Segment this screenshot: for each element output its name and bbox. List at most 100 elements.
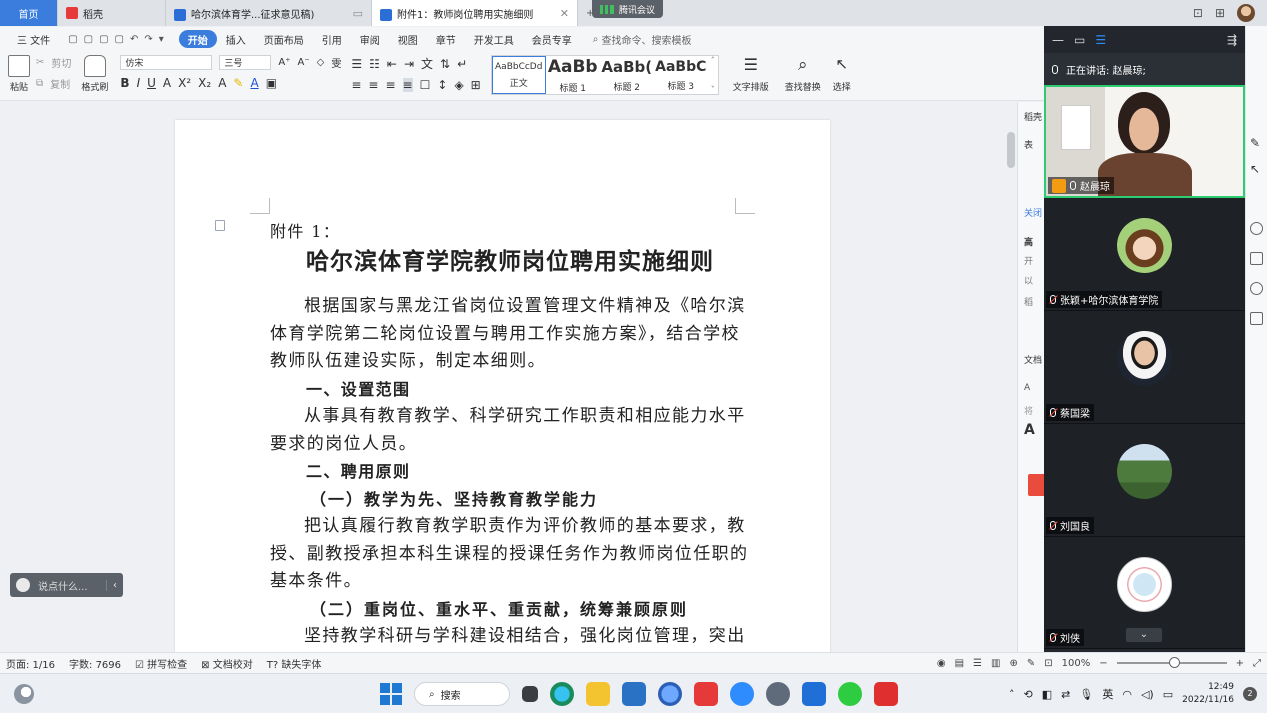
menu-review[interactable]: 审阅	[351, 30, 389, 48]
fit-page-icon[interactable]: ⊡	[1044, 658, 1052, 669]
command-search[interactable]: ⌕ 查找命令、搜索模板	[581, 30, 701, 48]
wps-app-icon[interactable]	[874, 682, 898, 706]
missing-font[interactable]: T? 缺失字体	[267, 656, 322, 671]
huawei-app-icon[interactable]	[694, 682, 718, 706]
menu-insert[interactable]: 插入	[217, 30, 255, 48]
settings-gear-icon[interactable]	[766, 682, 790, 706]
tray-app-icon[interactable]: ⟲	[1024, 688, 1033, 701]
zoom-slider[interactable]	[1116, 657, 1227, 668]
wifi-icon[interactable]: ◠	[1122, 688, 1132, 701]
photos-icon[interactable]	[802, 682, 826, 706]
tab-document-active[interactable]: 附件1：教师岗位聘用实施细则 ✕	[372, 0, 578, 26]
grid-icon[interactable]: ⊞	[1215, 6, 1225, 20]
collapse-arrow-icon[interactable]: ‹	[106, 579, 123, 591]
input-method[interactable]: 英	[1102, 686, 1113, 702]
align-justify-icon[interactable]: ≡	[402, 78, 413, 92]
menu-page-layout[interactable]: 页面布局	[255, 30, 313, 48]
numbered-list-icon[interactable]: ☷	[369, 57, 380, 71]
cut-button[interactable]: ✂ 剪切	[36, 55, 71, 70]
align-left-icon[interactable]: ≡	[351, 78, 361, 92]
outline-view-icon[interactable]: ☰	[973, 658, 982, 669]
fullscreen-icon[interactable]: ⤢	[1253, 658, 1261, 669]
menu-chapter[interactable]: 章节	[427, 30, 465, 48]
list-layout-icon[interactable]: ☰	[1095, 33, 1106, 47]
word-count[interactable]: 字数: 7696	[69, 656, 121, 671]
copy-button[interactable]: ⧉ 复制	[36, 76, 71, 91]
edge-browser-icon[interactable]	[550, 682, 574, 706]
align-right-icon[interactable]: ≡	[385, 78, 395, 92]
wechat-icon[interactable]	[838, 682, 862, 706]
style-heading-3[interactable]: AaBbC 标题 3	[654, 56, 708, 94]
font-shrink-icon[interactable]: A⁻	[298, 57, 310, 68]
zoom-slider-knob[interactable]	[1168, 657, 1180, 668]
layout-icon[interactable]: ⊡	[1193, 6, 1203, 20]
menu-view[interactable]: 视图	[389, 30, 427, 48]
scrollbar-thumb[interactable]	[1007, 132, 1015, 168]
chat-input-pill[interactable]: 说点什么... ‹	[10, 573, 123, 597]
zoom-in-icon[interactable]: +	[1236, 658, 1244, 669]
close-tab-icon[interactable]: ✕	[560, 7, 569, 20]
tab-document-draft[interactable]: 哈尔滨体育学...征求意见稿) ▭	[166, 0, 372, 26]
tray-chevron-icon[interactable]: ˄	[1009, 688, 1015, 701]
menu-member[interactable]: 会员专享	[523, 30, 581, 48]
line-spacing-icon[interactable]: ↕	[437, 78, 447, 92]
text-effect-icon[interactable]: A	[218, 76, 226, 90]
image-icon[interactable]	[1250, 252, 1263, 265]
zoom-level[interactable]: 100%	[1062, 658, 1091, 669]
start-menu-icon[interactable]	[380, 683, 402, 705]
web-view-icon[interactable]: ⊕	[1009, 658, 1017, 669]
bullet-list-icon[interactable]: ☰	[351, 57, 362, 71]
participant-tile[interactable]: ⌄ 刘侠	[1044, 537, 1245, 649]
style-normal[interactable]: AaBbCcDd 正文	[491, 56, 546, 94]
font-size-select[interactable]: 三号	[219, 55, 272, 70]
sort-icon[interactable]: ⇅	[440, 57, 450, 71]
write-view-icon[interactable]: ✎	[1027, 658, 1035, 669]
volume-icon[interactable]: ◁)	[1141, 688, 1154, 701]
menu-start[interactable]: 开始	[178, 30, 217, 48]
pinyin-icon[interactable]: 雯	[331, 55, 341, 70]
cloud-icon[interactable]	[730, 682, 754, 706]
tray-app-icon[interactable]: ◧	[1042, 688, 1052, 701]
side-panel-close[interactable]: 关闭	[1024, 206, 1042, 219]
read-view-icon[interactable]: ▥	[991, 658, 1000, 669]
font-color-icon[interactable]: A	[250, 76, 258, 90]
menu-file[interactable]: 三 文件	[8, 30, 59, 48]
style-heading-2[interactable]: AaBb( 标题 2	[600, 56, 654, 94]
outdent-icon[interactable]: ⇤	[387, 57, 397, 71]
menu-references[interactable]: 引用	[313, 30, 351, 48]
underline-icon[interactable]: U	[147, 76, 156, 90]
bold-icon[interactable]: B	[120, 76, 129, 90]
paste-button[interactable]: 粘贴	[8, 55, 30, 93]
shading-icon[interactable]: ◈	[454, 78, 463, 92]
participant-tile[interactable]: 刘国良	[1044, 424, 1245, 537]
zoom-out-icon[interactable]: −	[1099, 658, 1107, 669]
page-view-icon[interactable]: ▤	[955, 658, 964, 669]
document-proofread[interactable]: ⊠ 文档校对	[201, 656, 253, 671]
text-layout-button[interactable]: ☰ 文字排版	[733, 55, 769, 93]
collapse-panel-icon[interactable]: ⇶	[1227, 33, 1237, 47]
menu-developer[interactable]: 开发工具	[465, 30, 523, 48]
italic-icon[interactable]: I	[137, 76, 141, 90]
page-count[interactable]: 页面: 1/16	[6, 656, 55, 671]
quick-access-icons[interactable]: ▢▢▢▢↶↷▾	[59, 30, 179, 48]
emoji-icon[interactable]	[16, 578, 30, 592]
spell-check[interactable]: ☑ 拼写检查	[135, 656, 187, 671]
microphone-icon[interactable]: 🎙	[1079, 688, 1093, 701]
scroll-down-chevron-icon[interactable]: ⌄	[1126, 628, 1162, 642]
tab-pin-icon[interactable]: ▭	[353, 7, 363, 20]
pen-icon[interactable]: ✎	[1250, 136, 1263, 150]
paragraph-menu-icon[interactable]	[215, 220, 225, 231]
superscript-icon[interactable]: X²	[178, 76, 191, 90]
tab-daoke[interactable]: 稻壳	[58, 0, 166, 26]
style-heading-1[interactable]: AaBb 标题 1	[546, 56, 600, 94]
widgets-icon[interactable]	[14, 684, 34, 704]
battery-icon[interactable]: ▭	[1163, 688, 1173, 701]
borders-icon[interactable]: ⊞	[471, 78, 481, 92]
pointer-icon[interactable]: ↖	[1250, 162, 1263, 176]
meeting-indicator[interactable]: 腾讯会议	[592, 0, 664, 18]
show-marks-icon[interactable]: ↵	[457, 57, 467, 71]
help-icon[interactable]	[1250, 222, 1263, 235]
format-painter-button[interactable]: 格式刷	[81, 55, 108, 93]
document-body[interactable]: 附件 1： 哈尔滨体育学院教师岗位聘用实施细则 根据国家与黑龙江省岗位设置管理文…	[270, 218, 750, 678]
user-avatar[interactable]	[1237, 4, 1255, 22]
